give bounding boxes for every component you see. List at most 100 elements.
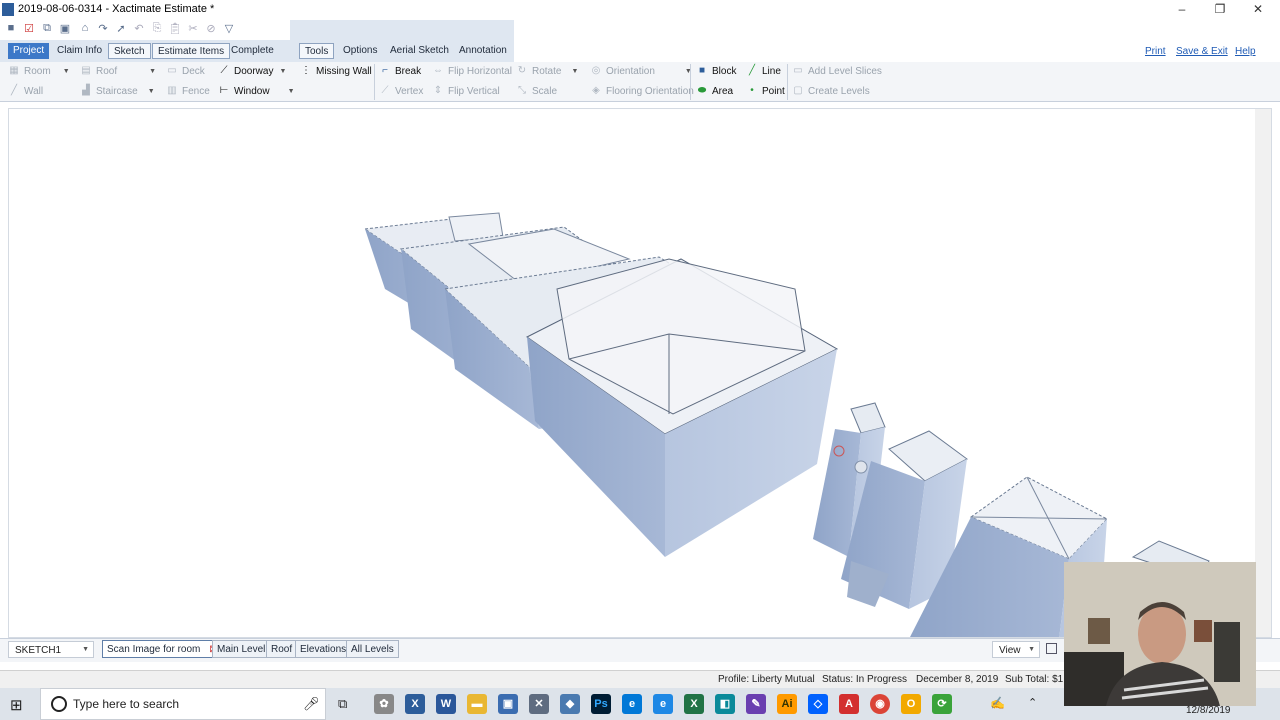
checklist-icon[interactable]: ☑ xyxy=(22,22,36,36)
vertex-button[interactable]: ⟋ Vertex xyxy=(379,82,424,100)
tab-aerial-sketch[interactable]: Aerial Sketch xyxy=(385,43,454,59)
roof-button[interactable]: ▤ Roof ▼ xyxy=(80,62,156,80)
taskbar-app-icon[interactable]: ◧ xyxy=(715,694,735,714)
flip-vertical-button[interactable]: ⇕ Flip Vertical xyxy=(432,82,500,100)
taskbar-window-icon[interactable]: ▣ xyxy=(498,694,518,714)
copy-estimate-icon[interactable]: ⧉ xyxy=(40,22,54,36)
cut-icon[interactable]: ✂ xyxy=(186,22,200,36)
dropbox-icon[interactable]: ◇ xyxy=(808,694,828,714)
doorway-button[interactable]: ⟋ Doorway ▼ xyxy=(218,62,287,80)
tab-scan-image-for-room[interactable]: Scan Image for room ⊠ xyxy=(102,640,223,658)
window-button[interactable]: ⊢ Window ▼ xyxy=(218,82,295,100)
chevron-up-icon[interactable]: ⌃ xyxy=(1028,696,1037,709)
acrobat-icon[interactable]: A xyxy=(839,694,859,714)
line-button[interactable]: ╱ Line xyxy=(746,62,781,80)
block-icon: ■ xyxy=(698,65,706,76)
sketch-canvas[interactable] xyxy=(8,108,1272,638)
flooring-orientation-button[interactable]: ◈ Flooring Orientation xyxy=(590,82,694,100)
tab-sketch[interactable]: Sketch xyxy=(108,43,151,59)
orientation-button[interactable]: ◎ Orientation ▼ xyxy=(590,62,692,80)
sketch-selector[interactable]: SKETCH1 ▼ xyxy=(8,641,94,658)
undo-icon[interactable]: ↶ xyxy=(132,22,146,36)
point-button[interactable]: • Point xyxy=(746,82,785,100)
block-button[interactable]: ■ Block xyxy=(696,62,736,80)
task-view-icon[interactable]: ⧉ xyxy=(338,696,347,712)
3d-sketch-view[interactable] xyxy=(9,109,1272,638)
tab-roof[interactable]: Roof xyxy=(266,640,298,658)
redo-icon[interactable]: ↷ xyxy=(96,22,110,36)
filter-icon[interactable]: ▽ xyxy=(222,22,236,36)
tab-project[interactable]: Project xyxy=(8,43,50,59)
pen-icon[interactable]: ✍ xyxy=(990,696,1005,710)
microphone-icon[interactable]: 🎤︎ xyxy=(303,696,320,712)
tab-claim-info[interactable]: Claim Info xyxy=(52,43,107,59)
pointer-icon[interactable]: ➚ xyxy=(114,22,128,36)
webcam-overlay xyxy=(1064,562,1256,706)
internet-explorer-icon[interactable]: e xyxy=(653,694,673,714)
home-icon[interactable]: ⌂ xyxy=(78,22,92,36)
save-icon[interactable]: ▣ xyxy=(58,22,72,36)
minimize-icon[interactable]: – xyxy=(1172,2,1192,18)
chevron-down-icon[interactable]: ▼ xyxy=(571,68,578,75)
tab-complete[interactable]: Complete xyxy=(226,43,279,59)
word-icon[interactable]: W xyxy=(436,694,456,714)
missing-wall-button[interactable]: ⋮ Missing Wall xyxy=(300,62,372,80)
staircase-button[interactable]: ▟ Staircase ▼ xyxy=(80,82,155,100)
profile-status: Profile: Liberty Mutual xyxy=(718,674,815,685)
chevron-down-icon[interactable]: ▼ xyxy=(63,68,70,75)
taskbar-search-box[interactable]: Type here to search 🎤︎ xyxy=(40,688,326,720)
save-exit-link[interactable]: Save & Exit xyxy=(1176,46,1228,57)
fence-button[interactable]: ▥ Fence xyxy=(166,82,210,100)
area-button[interactable]: ⬬ Area xyxy=(696,82,733,100)
view-dropdown[interactable]: View ▼ xyxy=(992,641,1040,658)
sync-icon[interactable]: ⟳ xyxy=(932,694,952,714)
deck-button[interactable]: ▭ Deck xyxy=(166,62,205,80)
line-icon: ╱ xyxy=(748,65,756,76)
xactimate-active-icon[interactable]: ✕ xyxy=(529,694,549,714)
room-button[interactable]: ▦ Room ▼ xyxy=(8,62,70,80)
tab-all-levels[interactable]: All Levels xyxy=(346,640,399,658)
illustrator-icon[interactable]: Ai xyxy=(777,694,797,714)
tab-options[interactable]: Options xyxy=(338,43,382,59)
tab-elevations[interactable]: Elevations xyxy=(295,640,352,658)
chevron-down-icon[interactable]: ▼ xyxy=(279,68,286,75)
chevron-down-icon[interactable]: ▼ xyxy=(148,88,155,95)
file-explorer-icon[interactable]: ▬ xyxy=(467,694,487,714)
delete-icon[interactable]: ⊘ xyxy=(204,22,218,36)
tab-annotation[interactable]: Annotation xyxy=(454,43,512,59)
copy-icon[interactable]: ⎘ xyxy=(150,22,164,36)
edge-icon[interactable]: e xyxy=(622,694,642,714)
xactimate-taskbar-icon[interactable]: X xyxy=(405,694,425,714)
chrome-icon[interactable]: ◉ xyxy=(870,694,890,714)
vertical-scrollbar[interactable] xyxy=(1255,109,1272,638)
wall-button[interactable]: ╱ Wall xyxy=(8,82,43,100)
scale-button[interactable]: ⤡ Scale xyxy=(516,82,557,100)
add-level-slices-button[interactable]: ▭ Add Level Slices xyxy=(792,62,882,80)
excel-icon[interactable]: X xyxy=(684,694,704,714)
camera-icon[interactable]: ■ xyxy=(4,22,18,36)
help-link[interactable]: Help xyxy=(1235,46,1256,57)
taskbar-app-icon[interactable]: ◆ xyxy=(560,694,580,714)
fit-view-icon[interactable] xyxy=(1046,643,1057,654)
taskbar-app-icon[interactable]: ✎ xyxy=(746,694,766,714)
paste-icon[interactable]: 📋︎ xyxy=(168,22,182,36)
close-icon[interactable]: ✕ xyxy=(1248,2,1268,18)
restore-icon[interactable]: ❐ xyxy=(1210,2,1230,18)
taskbar-app-icon[interactable]: O xyxy=(901,694,921,714)
print-link[interactable]: Print xyxy=(1145,46,1166,57)
chevron-down-icon[interactable]: ▼ xyxy=(288,88,295,95)
create-levels-button[interactable]: ▢ Create Levels xyxy=(792,82,869,100)
ribbon-divider xyxy=(690,64,691,100)
photoshop-icon[interactable]: Ps xyxy=(591,694,611,714)
break-button[interactable]: ⌐ Break xyxy=(379,62,421,80)
tab-main-level[interactable]: Main Level xyxy=(212,640,271,658)
flip-horizontal-button[interactable]: ⇔ Flip Horizontal xyxy=(432,62,512,80)
tab-estimate-items[interactable]: Estimate Items xyxy=(152,43,231,59)
rotate-button[interactable]: ↻ Rotate ▼ xyxy=(516,62,579,80)
taskbar-app-icon[interactable]: ✿ xyxy=(374,694,394,714)
windows-start-icon[interactable]: ⊞ xyxy=(10,696,28,714)
tab-tools[interactable]: Tools xyxy=(299,43,335,59)
deck-icon: ▭ xyxy=(167,65,177,76)
room-block-main[interactable] xyxy=(526,258,839,557)
chevron-down-icon[interactable]: ▼ xyxy=(149,68,156,75)
